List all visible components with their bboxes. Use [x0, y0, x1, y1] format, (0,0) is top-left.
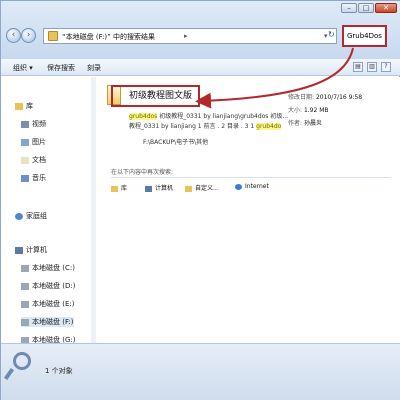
keyword-highlight: grub4do	[256, 123, 282, 130]
sidebar-item-videos[interactable]: 视频	[21, 119, 46, 129]
explorer-window: – □ ✕ ‹ › “本地磁盘 (F:)” 中的搜索结果 ▸ ▾ ↻ Grub4…	[0, 0, 400, 400]
drive-icon	[21, 282, 29, 290]
folder-icon	[185, 185, 192, 192]
search-again-internet[interactable]: Internet	[235, 183, 269, 190]
search-icon-handle	[3, 367, 15, 381]
back-button[interactable]: ‹	[6, 28, 21, 43]
search-input[interactable]: Grub4Dos	[342, 25, 387, 47]
library-icon	[111, 185, 118, 192]
sidebar-item-computer[interactable]: 计算机	[15, 245, 47, 255]
drive-icon	[21, 300, 29, 308]
divider	[111, 177, 391, 178]
globe-icon	[235, 183, 242, 190]
music-icon	[21, 174, 29, 182]
maximize-button[interactable]: □	[358, 3, 374, 13]
result-snippet-line2: 教程_0331 by lianjiang 1 前言 . 2 目录 . 3 1 g…	[129, 121, 282, 130]
modified-date: 修改日期: 2010/7/16 9:58	[288, 92, 362, 101]
video-icon	[21, 120, 29, 128]
navigation-pane: 库 视频 图片 文档 音乐 家庭组 计算机 本地磁盘 (C:) 本地磁盘 (D:…	[1, 77, 96, 344]
sidebar-item-drive-e[interactable]: 本地磁盘 (E:)	[21, 299, 74, 309]
sidebar-item-drive-d[interactable]: 本地磁盘 (D:)	[21, 281, 75, 291]
computer-icon	[145, 185, 152, 192]
organize-button[interactable]: 组织 ▾	[13, 63, 33, 73]
sidebar-item-drive-c[interactable]: 本地磁盘 (C:)	[21, 263, 75, 273]
sidebar-item-homegroup[interactable]: 家庭组	[15, 211, 47, 221]
sidebar-item-pictures[interactable]: 图片	[21, 137, 46, 147]
result-path: F:\BACKUP\电子书\其他	[143, 139, 209, 146]
sidebar-item-label: 文档	[32, 156, 46, 164]
meta-label: 大小:	[288, 107, 303, 114]
forward-button[interactable]: ›	[21, 28, 36, 43]
title-bar: – □ ✕ ‹ › “本地磁盘 (F:)” 中的搜索结果 ▸ ▾ ↻ Grub4…	[1, 1, 400, 59]
option-label: 自定义...	[195, 185, 219, 192]
snippet-text: 初级教程_0331 by lianjiang\grub4dos 初级...	[157, 113, 289, 120]
keyword-highlight: grub4dos	[129, 113, 158, 120]
sidebar-scrollbar[interactable]	[91, 77, 96, 343]
author: 作者: 孙晨炎	[288, 118, 322, 127]
address-bar[interactable]: “本地磁盘 (F:)” 中的搜索结果 ▸ ▾	[43, 28, 337, 44]
breadcrumb-search-results[interactable]: “本地磁盘 (F:)” 中的搜索结果	[62, 32, 155, 42]
search-again-label: 在以下内容中再次搜索:	[111, 169, 174, 176]
meta-value: 1.92 MB	[303, 107, 329, 114]
sidebar-item-libraries[interactable]: 库	[15, 101, 33, 111]
command-bar: 组织 ▾ 保存搜索 刻录 ▤ ▥ ?	[1, 59, 400, 76]
burn-button[interactable]: 刻录	[87, 63, 101, 73]
meta-value: 2010/7/16 9:58	[315, 94, 363, 101]
refresh-icon[interactable]: ↻	[328, 30, 335, 39]
chevron-down-icon[interactable]: ▾	[324, 32, 328, 40]
homegroup-icon	[15, 212, 23, 220]
sidebar-item-label: 视频	[32, 120, 46, 128]
search-icon	[13, 352, 31, 370]
result-snippet-line1: grub4dos 初级教程_0331 by lianjiang\grub4dos…	[129, 111, 288, 120]
close-button[interactable]: ✕	[375, 3, 397, 13]
sidebar-item-label: 本地磁盘 (F:)	[32, 318, 74, 326]
folder-icon	[48, 31, 58, 41]
sidebar-item-label: 图片	[32, 138, 46, 146]
drive-icon	[21, 264, 29, 272]
meta-label: 修改日期:	[288, 94, 315, 101]
computer-icon	[15, 246, 23, 254]
sidebar-item-label: 库	[26, 102, 33, 110]
result-title[interactable]: 初级教程图文版	[129, 88, 192, 101]
help-icon[interactable]: ?	[381, 62, 391, 72]
meta-value: 孙晨炎	[303, 120, 322, 127]
sidebar-item-label: 计算机	[26, 246, 47, 254]
sidebar-item-documents[interactable]: 文档	[21, 155, 46, 165]
document-icon	[21, 156, 29, 164]
sidebar-item-label: 本地磁盘 (E:)	[32, 300, 75, 308]
sidebar-item-drive-f[interactable]: 本地磁盘 (F:)	[21, 317, 74, 327]
chevron-right-icon[interactable]: ▸	[184, 32, 188, 40]
search-again-options: 库 计算机 自定义... Internet	[111, 183, 400, 195]
item-count: 1 个对象	[45, 367, 73, 375]
option-label: 库	[121, 185, 128, 192]
preview-pane-icon[interactable]: ▥	[367, 62, 377, 72]
sidebar-item-label: 音乐	[32, 174, 46, 182]
option-label: Internet	[245, 183, 269, 190]
minimize-button[interactable]: –	[341, 3, 357, 13]
search-again-computer[interactable]: 计算机	[145, 183, 173, 192]
snippet-text: 教程_0331 by lianjiang 1 前言 . 2 目录 . 3 1	[129, 123, 257, 130]
sidebar-item-music[interactable]: 音乐	[21, 173, 46, 183]
library-icon	[15, 102, 23, 110]
meta-label: 作者:	[288, 120, 303, 127]
save-search-button[interactable]: 保存搜索	[47, 63, 75, 73]
picture-icon	[21, 138, 29, 146]
file-size: 大小: 1.92 MB	[288, 105, 329, 114]
view-options-icon[interactable]: ▤	[353, 62, 363, 72]
status-bar: 1 个对象	[1, 343, 400, 400]
search-value: Grub4Dos	[347, 32, 382, 40]
drive-icon	[21, 318, 29, 326]
search-again-libraries[interactable]: 库	[111, 183, 127, 192]
sidebar-item-label: 本地磁盘 (D:)	[32, 282, 76, 290]
option-label: 计算机	[155, 185, 174, 192]
sidebar-item-label: 本地磁盘 (C:)	[32, 264, 75, 272]
sidebar-item-label: 家庭组	[26, 212, 47, 220]
search-again-custom[interactable]: 自定义...	[185, 183, 219, 192]
